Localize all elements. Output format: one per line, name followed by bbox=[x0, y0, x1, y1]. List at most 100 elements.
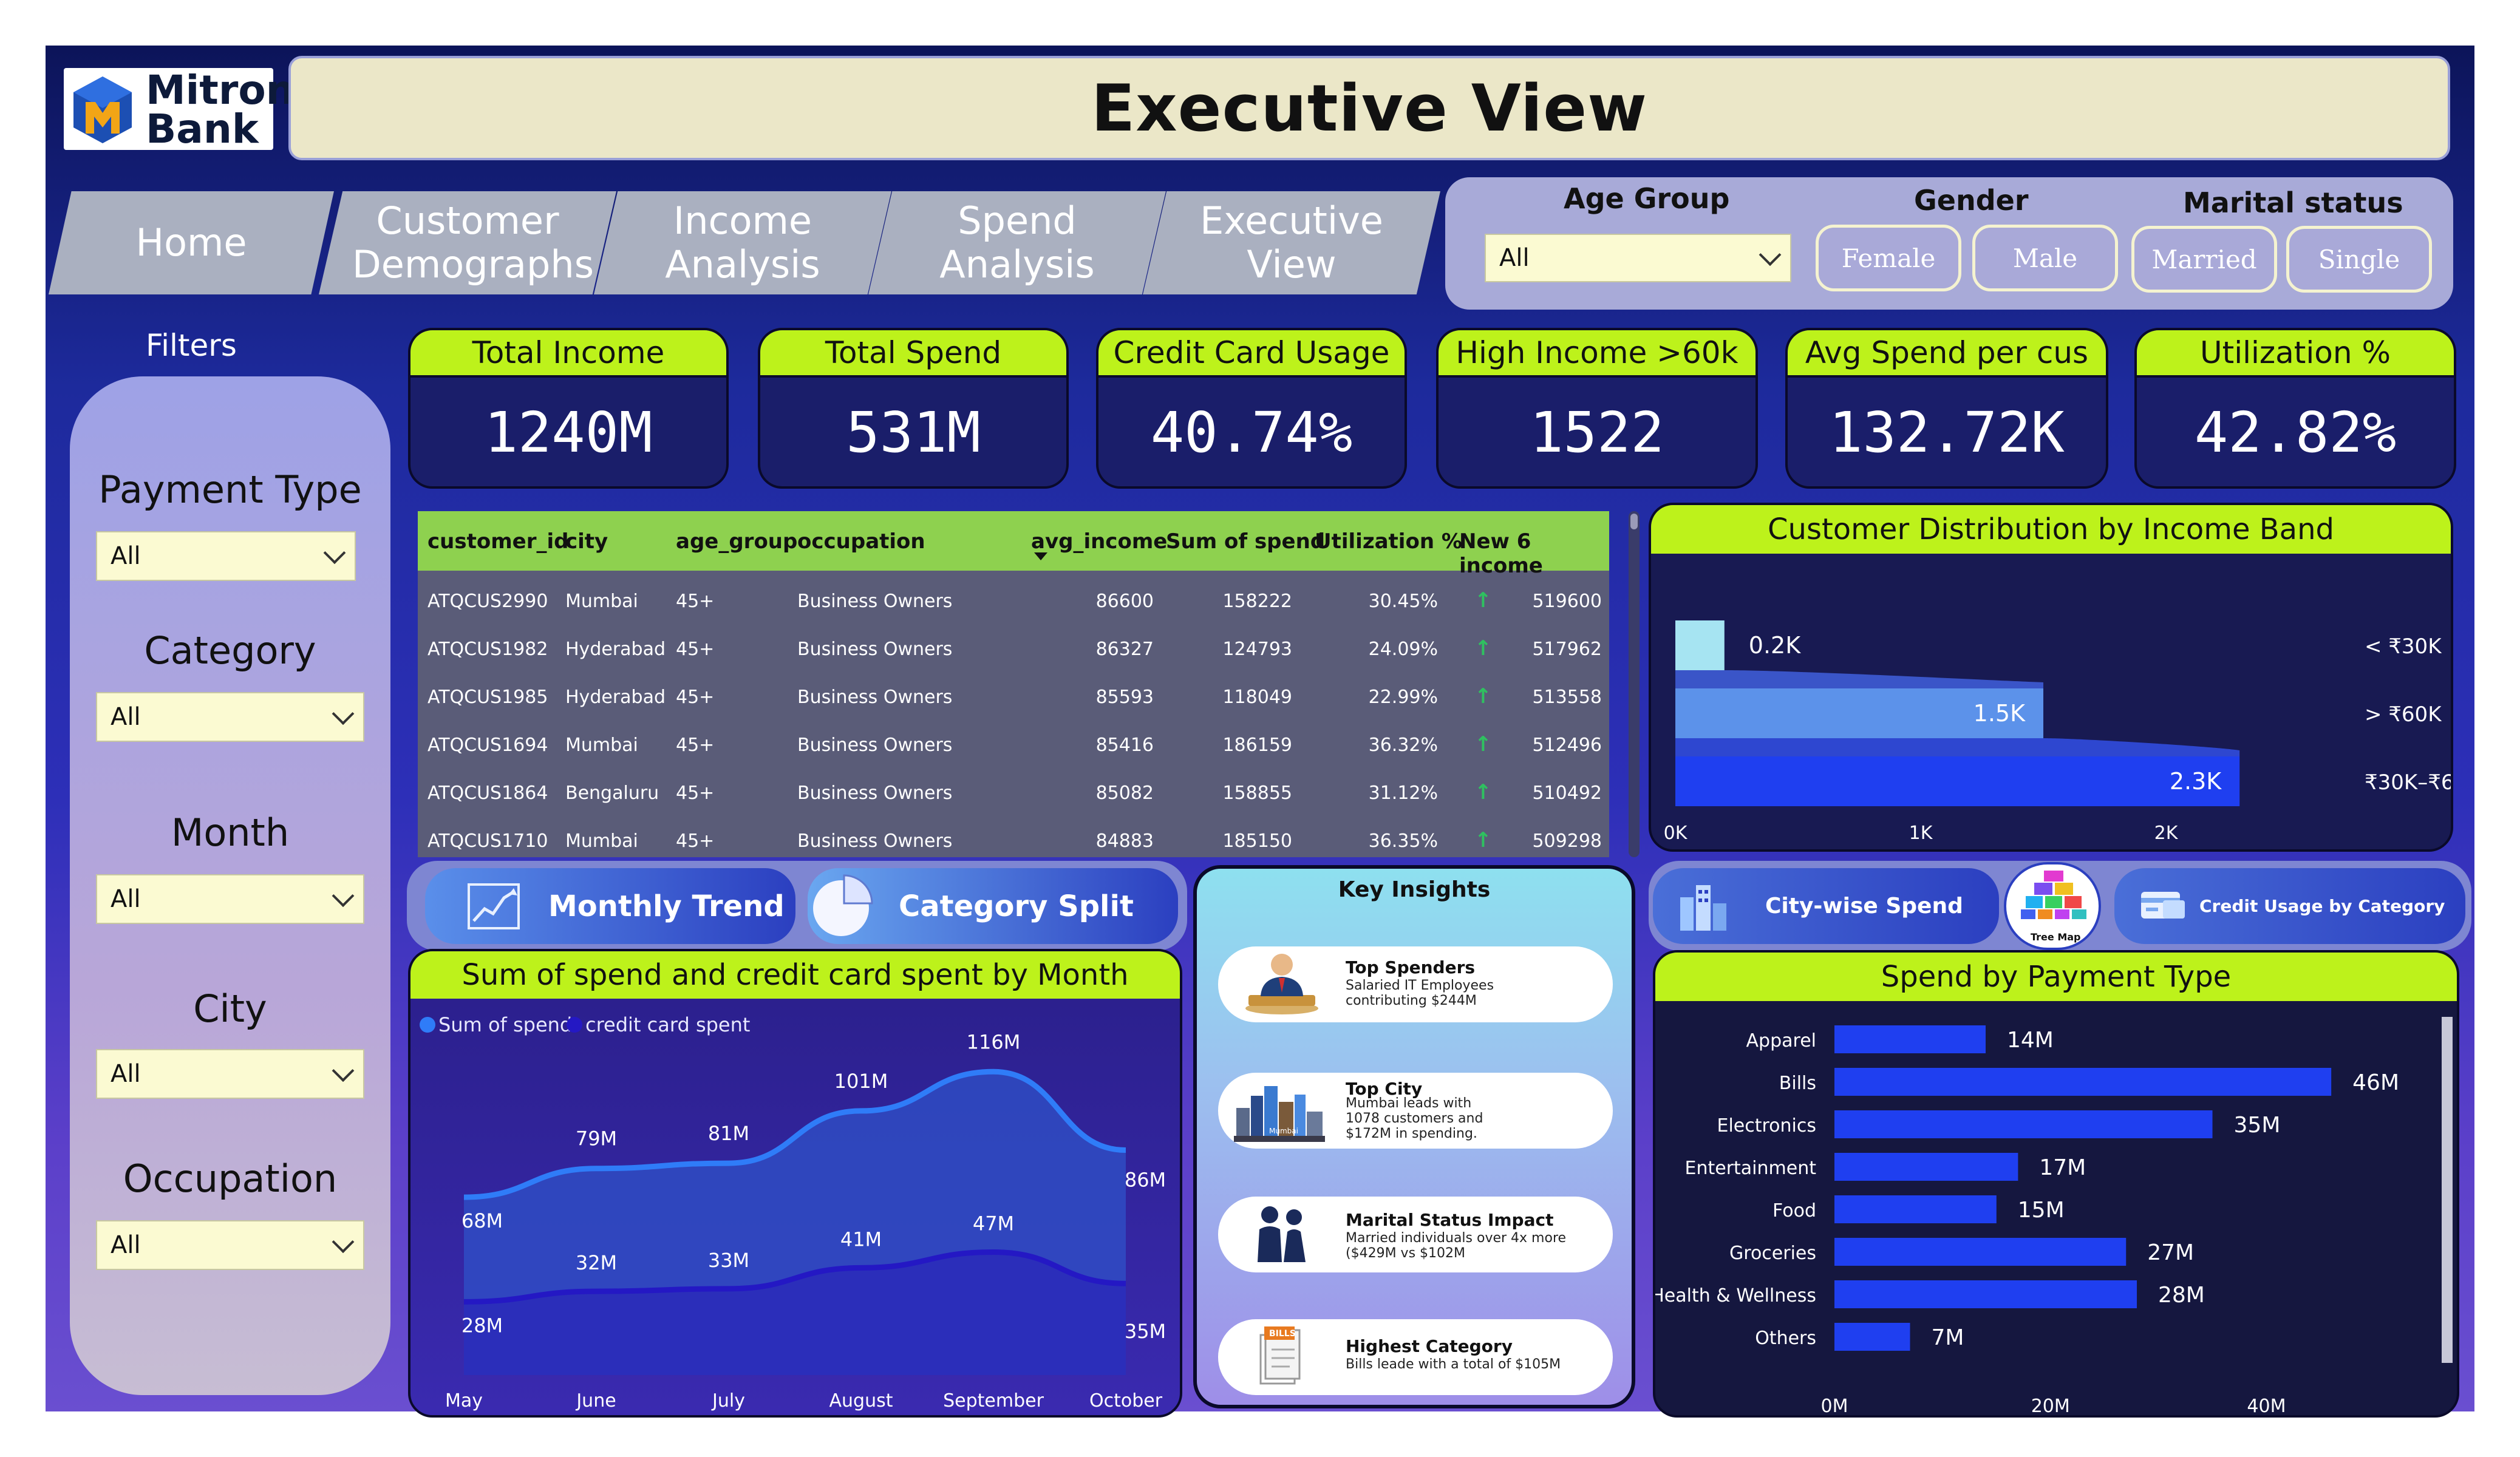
x-tick-label: June bbox=[575, 1390, 616, 1411]
insight-description: Bills leade with a total of $105M bbox=[1346, 1357, 1607, 1372]
x-tick-label: October bbox=[1089, 1390, 1163, 1411]
col-customer-id[interactable]: customer_id bbox=[427, 529, 568, 554]
monthly-trend-label: Monthly Trend bbox=[548, 889, 785, 923]
payment-type-bar[interactable] bbox=[1834, 1195, 1997, 1223]
table-row[interactable]: ATQCUS1864 Bengaluru 45+ Business Owners 850… bbox=[418, 772, 1609, 820]
table-row[interactable]: ATQCUS1694 Mumbai 45+ Business Owners 85416 1… bbox=[418, 724, 1609, 772]
table-cell: Mumbai bbox=[565, 735, 638, 756]
kpi-value: 42.82% bbox=[2194, 399, 2397, 465]
marital-married-button[interactable]: Married bbox=[2131, 226, 2277, 293]
marital-single-button[interactable]: Single bbox=[2286, 226, 2432, 293]
scroll-thumb[interactable] bbox=[1630, 514, 1638, 529]
tree-map-button[interactable]: Tree Map bbox=[2004, 862, 2101, 950]
legend-label[interactable]: Sum of spend bbox=[438, 1013, 572, 1036]
payment-type-bar[interactable] bbox=[1834, 1068, 2332, 1096]
x-tick-label: 2K bbox=[2154, 823, 2179, 844]
filter-category-dropdown[interactable]: All bbox=[96, 692, 364, 742]
table-cell: 36.35% bbox=[1368, 830, 1438, 852]
insight-line: $172M in spending. bbox=[1346, 1126, 1477, 1141]
chart-scrollbar[interactable] bbox=[2442, 1017, 2453, 1363]
income-band-chart: Customer Distribution by Income Band 0.2… bbox=[1649, 503, 2453, 852]
funnel-connector bbox=[1675, 738, 2240, 756]
payment-type-bar[interactable] bbox=[1834, 1238, 2127, 1266]
chevron-down-icon bbox=[332, 702, 355, 725]
filter-occupation-dropdown[interactable]: All bbox=[96, 1220, 364, 1270]
insight-card-marital: Marital Status Impact Married individual… bbox=[1218, 1197, 1613, 1272]
monthly-trend-button[interactable]: Monthly Trend bbox=[425, 868, 795, 944]
city-wise-spend-label: City-wise Spend bbox=[1765, 894, 1963, 919]
bar-data-label: 35M bbox=[2234, 1113, 2281, 1138]
kpi-value: 531M bbox=[846, 399, 981, 465]
income-band-bar[interactable] bbox=[1675, 756, 2240, 806]
col-sum-of-spend[interactable]: Sum of spend bbox=[1166, 529, 1325, 554]
legend-marker bbox=[420, 1017, 435, 1033]
insight-description: Mumbai leads with 1078 customers and $172M… bbox=[1346, 1096, 1607, 1141]
x-tick-label: 1K bbox=[1909, 823, 1933, 844]
x-tick-label: 0K bbox=[1664, 823, 1688, 844]
payment-type-bar[interactable] bbox=[1834, 1280, 2137, 1308]
credit-usage-button[interactable]: Credit Usage by Category bbox=[2114, 868, 2465, 944]
nav-income-analysis[interactable]: Income Analysis bbox=[594, 191, 891, 294]
col-utilization[interactable]: Utilization % bbox=[1315, 529, 1462, 554]
payment-type-bar[interactable] bbox=[1834, 1110, 2213, 1138]
kpi-label: Utilization % bbox=[2137, 330, 2454, 378]
payment-type-chart: Spend by Payment Type Apparel 14M Bills 46M… bbox=[1653, 950, 2459, 1418]
filter-payment-type-value: All bbox=[111, 542, 141, 570]
nav-spend-analysis-label: Spend Analysis bbox=[939, 199, 1095, 287]
category-split-label: Category Split bbox=[899, 889, 1134, 923]
nav-customer-demographs[interactable]: Customer Demographs bbox=[319, 191, 616, 294]
kpi-value: 1240M bbox=[484, 399, 653, 465]
payment-type-bar[interactable] bbox=[1834, 1153, 2018, 1181]
data-label: 101M bbox=[834, 1070, 888, 1093]
table-cell: 86327 bbox=[1095, 639, 1154, 660]
data-label: 68M bbox=[461, 1209, 503, 1232]
col-avg-income[interactable]: avg_income bbox=[1031, 529, 1167, 554]
nav-executive-view[interactable]: Executive View bbox=[1143, 191, 1440, 294]
income-band-bar[interactable] bbox=[1675, 620, 1725, 670]
chevron-down-icon bbox=[332, 1059, 355, 1082]
kpi-value: 1522 bbox=[1530, 399, 1664, 465]
table-row[interactable]: ATQCUS1985 Hyderabad 45+ Business Owners 855… bbox=[418, 676, 1609, 724]
filter-month-dropdown[interactable]: All bbox=[96, 874, 364, 924]
age-group-dropdown[interactable]: All bbox=[1485, 234, 1791, 282]
kpi-value: 132.72K bbox=[1829, 399, 2065, 465]
table-cell: 118049 bbox=[1222, 687, 1292, 708]
data-label: 33M bbox=[708, 1249, 749, 1272]
filter-payment-type-dropdown[interactable]: All bbox=[96, 531, 356, 581]
kpi-credit-card-usage: Credit Card Usage 40.74% bbox=[1096, 328, 1407, 489]
trend-up-icon: ↑ bbox=[1474, 684, 1492, 708]
pie-chart-icon bbox=[813, 874, 873, 936]
monthly-trend-chart: Sum of spend and credit card spent by Mo… bbox=[408, 949, 1182, 1418]
legend-label[interactable]: credit card spent bbox=[585, 1013, 750, 1036]
table-row[interactable]: ATQCUS1982 Hyderabad 45+ Business Owners 863… bbox=[418, 628, 1609, 676]
col-occupation[interactable]: occupation bbox=[797, 529, 925, 554]
nav-customer-demographs-label: Customer Demographs bbox=[352, 199, 594, 287]
filter-city-dropdown[interactable]: All bbox=[96, 1049, 364, 1099]
payment-type-bar[interactable] bbox=[1834, 1025, 1986, 1053]
category-label: Others bbox=[1755, 1328, 1816, 1349]
x-tick-label: August bbox=[829, 1390, 893, 1411]
nav-spend-analysis[interactable]: Spend Analysis bbox=[868, 191, 1166, 294]
col-age-group[interactable]: age_group bbox=[676, 529, 797, 554]
gender-male-button[interactable]: Male bbox=[1972, 225, 2118, 291]
bar-data-label: 15M bbox=[2018, 1198, 2065, 1223]
nav-income-analysis-label: Income Analysis bbox=[665, 199, 820, 287]
payment-type-bar[interactable] bbox=[1834, 1323, 1910, 1351]
trend-up-icon: ↑ bbox=[1474, 732, 1492, 756]
key-insights-panel: Key Insights Top Spenders Salaried IT Em… bbox=[1193, 865, 1635, 1408]
table-scrollbar[interactable] bbox=[1629, 511, 1640, 857]
table-row[interactable]: ATQCUS2990 Mumbai 45+ Business Owners 86600 1… bbox=[418, 580, 1609, 628]
nav-home[interactable]: Home bbox=[49, 191, 334, 294]
col-new-6-income[interactable]: New 6 income bbox=[1459, 529, 1609, 578]
chevron-down-icon bbox=[1759, 243, 1782, 267]
canvas: Mitron Bank Executive View Home Customer … bbox=[0, 0, 2520, 1457]
x-tick-label: July bbox=[711, 1390, 745, 1411]
table-cell: 124793 bbox=[1222, 639, 1292, 660]
city-wise-spend-button[interactable]: City-wise Spend bbox=[1653, 868, 1999, 944]
gender-female-button[interactable]: Female bbox=[1816, 225, 1961, 291]
category-split-button[interactable]: Category Split bbox=[808, 868, 1178, 944]
col-city[interactable]: city bbox=[565, 529, 608, 554]
insight-line: Salaried IT Employees bbox=[1346, 978, 1494, 993]
category-label: Food bbox=[1773, 1200, 1816, 1221]
kpi-label: Total Spend bbox=[760, 330, 1066, 378]
